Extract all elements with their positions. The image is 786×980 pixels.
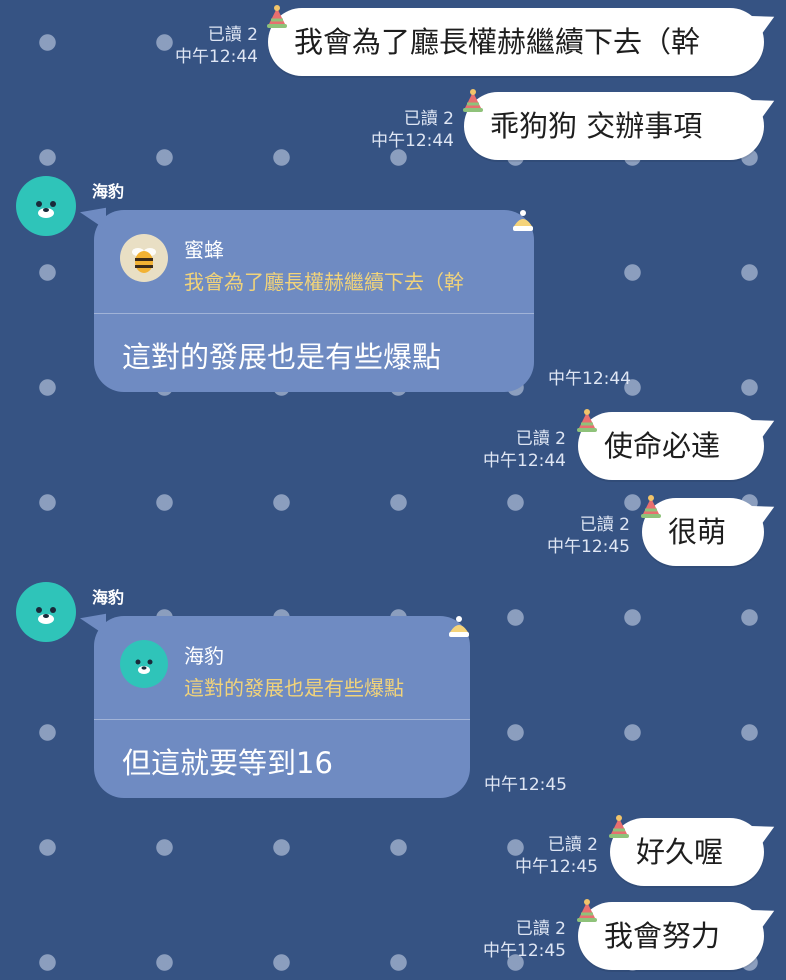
reply-quote-box[interactable]: 海豹 這對的發展也是有些爆點: [94, 616, 470, 720]
seal-face-icon: [36, 201, 56, 218]
incoming-message-bubble[interactable]: 海豹 這對的發展也是有些爆點 但這就要等到16: [80, 613, 470, 798]
message-meta: 已讀 2 中午12:44: [175, 24, 258, 68]
message-text: 我會為了廳長權赫繼續下去（幹: [294, 25, 701, 59]
message-text: 使命必達: [604, 429, 721, 463]
outgoing-message-bubble[interactable]: 我會為了廳長權赫繼續下去（幹: [268, 8, 780, 76]
seal-avatar[interactable]: [16, 176, 76, 236]
outgoing-message-bubble[interactable]: 使命必達: [578, 412, 780, 480]
read-receipt: 已讀 2: [579, 515, 630, 535]
message-text: 很萌: [668, 515, 727, 549]
bee-icon: [132, 248, 156, 273]
party-hat-icon: [577, 409, 597, 432]
message-meta: 已讀 2 中午12:44: [371, 108, 454, 152]
party-hat-icon: [641, 495, 661, 518]
message-meta: 已讀 2 中午12:45: [515, 834, 598, 878]
seal-avatar: [120, 640, 168, 688]
party-hat-icon: [463, 89, 483, 112]
timestamp: 中午12:44: [175, 47, 258, 67]
message-meta: 已讀 2 中午12:45: [547, 514, 630, 558]
message-meta: 已讀 2 中午12:44: [483, 428, 566, 472]
timestamp: 中午12:45: [483, 941, 566, 961]
seal-face-icon: [135, 659, 153, 674]
read-receipt: 已讀 2: [207, 25, 258, 45]
reply-sender-name: 海豹: [184, 644, 224, 668]
read-receipt: 已讀 2: [515, 429, 566, 449]
message-text: 乖狗狗 交辦事項: [490, 109, 703, 143]
sender-name: 海豹: [92, 588, 125, 607]
party-hat-icon: [267, 5, 287, 28]
timestamp: 中午12:44: [548, 369, 631, 389]
beanie-hat-icon: [513, 210, 533, 231]
party-hat-icon: [609, 815, 629, 838]
read-receipt: 已讀 2: [515, 919, 566, 939]
timestamp: 中午12:44: [371, 131, 454, 151]
reply-quoted-text: 我會為了廳長權赫繼續下去（幹: [184, 270, 464, 294]
message-text: 好久喔: [636, 835, 724, 869]
read-receipt: 已讀 2: [403, 109, 454, 129]
message-text: 我會努力: [604, 919, 721, 953]
outgoing-message-bubble[interactable]: 我會努力: [578, 902, 780, 970]
timestamp: 中午12:45: [515, 857, 598, 877]
outgoing-message-bubble[interactable]: 乖狗狗 交辦事項: [464, 92, 780, 160]
outgoing-message-bubble[interactable]: 好久喔: [610, 818, 780, 886]
read-receipt: 已讀 2: [547, 835, 598, 855]
message-meta: 已讀 2 中午12:45: [483, 918, 566, 962]
timestamp: 中午12:44: [483, 451, 566, 471]
sender-name: 海豹: [92, 182, 125, 201]
bee-avatar: [120, 234, 168, 282]
incoming-message-bubble[interactable]: 蜜蜂 我會為了廳長權赫繼續下去（幹 這對的發展也是有些爆點: [80, 207, 534, 392]
seal-face-icon: [36, 607, 56, 624]
party-hat-icon: [577, 899, 597, 922]
seal-avatar[interactable]: [16, 582, 76, 642]
timestamp: 中午12:45: [547, 537, 630, 557]
reply-quoted-text: 這對的發展也是有些爆點: [184, 676, 404, 700]
message-text: 但這就要等到16: [122, 746, 333, 780]
beanie-hat-icon: [449, 616, 469, 637]
reply-sender-name: 蜜蜂: [184, 238, 224, 262]
timestamp: 中午12:45: [484, 775, 567, 795]
reply-quote-box[interactable]: 蜜蜂 我會為了廳長權赫繼續下去（幹: [94, 210, 534, 314]
message-text: 這對的發展也是有些爆點: [122, 340, 442, 374]
